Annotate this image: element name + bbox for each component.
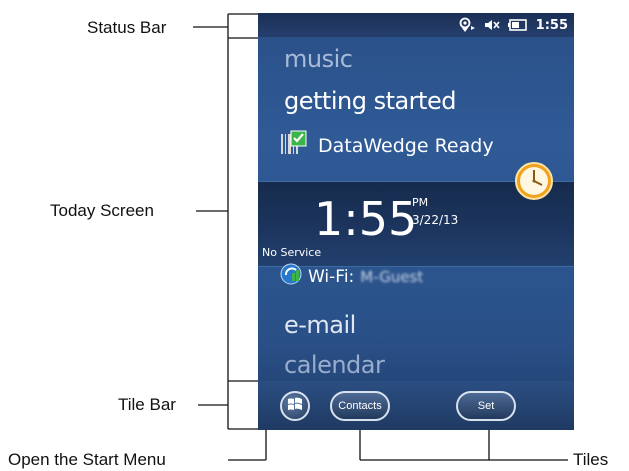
battery-icon[interactable] xyxy=(507,19,528,31)
status-icons: 1:55 xyxy=(458,16,568,34)
calendar-tile[interactable]: calendar xyxy=(284,351,385,379)
datawedge-barcode-check-icon xyxy=(280,130,308,161)
callout-open-start-menu: Open the Start Menu xyxy=(8,450,166,469)
email-tile[interactable]: e-mail xyxy=(284,311,356,339)
speaker-muted-icon[interactable] xyxy=(484,18,500,32)
wifi-manager-icon xyxy=(280,263,302,290)
contacts-button[interactable]: Contacts xyxy=(330,391,390,421)
wifi-tile[interactable]: Wi-Fi: M-Guest xyxy=(280,263,423,290)
start-menu-button[interactable] xyxy=(280,391,310,421)
wifi-ssid: M-Guest xyxy=(360,267,424,286)
today-screen: 1:55 music getting started DataWedge Rea… xyxy=(258,13,574,430)
clock-time: 1:55 xyxy=(314,192,418,246)
datawedge-tile[interactable]: DataWedge Ready xyxy=(280,130,494,161)
datawedge-label: DataWedge Ready xyxy=(318,134,494,157)
callout-status-bar: Status Bar xyxy=(87,18,167,37)
music-tile[interactable]: music xyxy=(284,45,353,73)
connectivity-icon[interactable] xyxy=(458,17,476,33)
callout-tiles: Tiles xyxy=(573,450,609,469)
set-button[interactable]: Set xyxy=(456,391,516,421)
getting-started-tile[interactable]: getting started xyxy=(284,87,456,115)
status-time[interactable]: 1:55 xyxy=(536,18,568,33)
windows-logo-icon xyxy=(287,396,303,417)
alarm-clock-icon[interactable] xyxy=(514,161,554,206)
status-bar[interactable]: 1:55 xyxy=(258,13,574,37)
service-status: No Service xyxy=(262,246,322,259)
clock-date: 3/22/13 xyxy=(412,213,459,227)
wifi-label: Wi-Fi: xyxy=(308,266,355,287)
callout-today-screen: Today Screen xyxy=(50,201,154,220)
clock-ampm: PM xyxy=(412,196,429,209)
callout-tile-bar: Tile Bar xyxy=(118,395,176,414)
tile-bar: Contacts Set xyxy=(258,381,574,430)
